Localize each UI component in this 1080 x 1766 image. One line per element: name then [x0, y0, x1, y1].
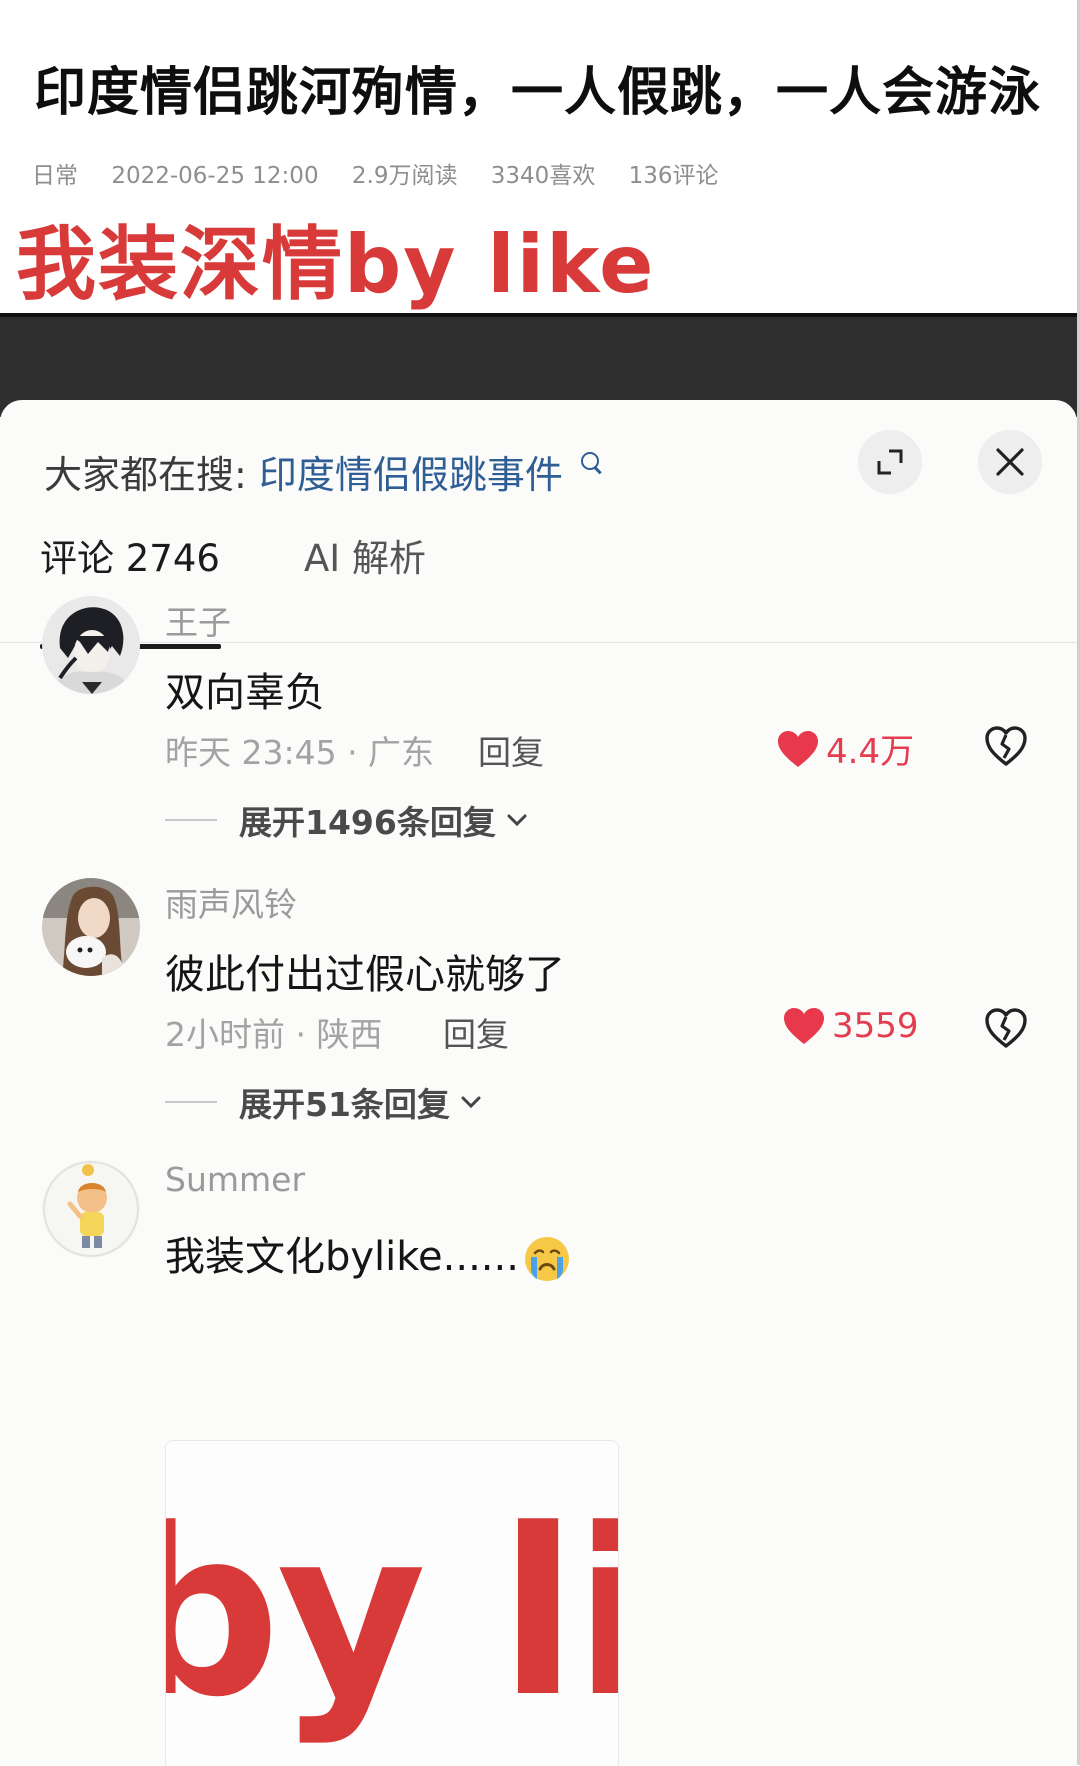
expand-replies-button[interactable]: 展开51条回复: [165, 1078, 482, 1126]
comment-time-location: 2小时前 · 陕西: [165, 1015, 383, 1054]
chevron-down-icon: [507, 814, 527, 827]
avatar[interactable]: [42, 1160, 140, 1258]
divider-line: [165, 1101, 217, 1103]
comment-username[interactable]: Summer: [165, 1160, 305, 1199]
avatar[interactable]: [42, 596, 140, 694]
trending-search[interactable]: 大家都在搜: 印度情侣假跳事件: [44, 444, 600, 499]
heart-filled-icon: [778, 730, 818, 767]
article-header: 印度情侣跳河殉情，一人假跳，一人会游泳 日常 2022-06-25 12:00 …: [0, 0, 1080, 315]
like-button[interactable]: 3559: [782, 1006, 919, 1046]
comment-image[interactable]: by lik: [165, 1440, 619, 1766]
comment-time-location: 昨天 23:45 · 广东: [165, 733, 435, 772]
expand-replies-label: 展开1496条回复: [239, 803, 496, 842]
chevron-down-icon: [461, 1096, 481, 1109]
close-button[interactable]: [978, 430, 1042, 494]
expand-replies-button[interactable]: 展开1496条回复: [165, 796, 528, 844]
expand-icon: [877, 449, 903, 475]
article-meta: 日常 2022-06-25 12:00 2.9万阅读 3340喜欢 136评论: [32, 156, 745, 190]
expand-replies-label: 展开51条回复: [239, 1085, 450, 1124]
article-comments: 136评论: [628, 163, 719, 189]
avatar[interactable]: [42, 878, 140, 976]
overlay-caption: 我装深情by like: [16, 218, 656, 311]
comment-username[interactable]: 王子: [165, 596, 231, 644]
like-button[interactable]: 4.4万: [776, 724, 914, 773]
article-reads: 2.9万阅读: [351, 163, 458, 189]
heart-filled-icon: [784, 1008, 824, 1044]
trending-search-label: 大家都在搜:: [44, 453, 247, 497]
like-count: 4.4万: [826, 732, 915, 772]
comment-text-content: 我装文化bylike......: [165, 1234, 519, 1280]
comment-sheet: 大家都在搜: 印度情侣假跳事件 评论 2746 AI 解析 王子 双向辜负 昨天…: [0, 400, 1077, 1766]
broken-heart-icon[interactable]: [984, 724, 1028, 768]
trending-search-term[interactable]: 印度情侣假跳事件: [259, 453, 563, 497]
reply-button[interactable]: 回复: [443, 1008, 509, 1056]
reply-button[interactable]: 回复: [478, 726, 544, 774]
comment-text: 双向辜负: [165, 670, 325, 716]
tab-comments[interactable]: 评论 2746: [40, 528, 220, 582]
comment-text: 彼此付出过假心就够了: [165, 952, 565, 998]
article-title: 印度情侣跳河殉情，一人假跳，一人会游泳: [34, 63, 1042, 123]
broken-heart-icon[interactable]: [984, 1006, 1028, 1050]
tab-ai-analysis[interactable]: AI 解析: [304, 528, 426, 582]
crying-face-icon: [524, 1237, 569, 1281]
expand-button[interactable]: [858, 430, 922, 494]
comment-text: 我装文化bylike......: [165, 1224, 571, 1283]
comment-image-text: by lik: [166, 1481, 618, 1748]
article-category: 日常: [32, 163, 78, 189]
close-icon: [996, 448, 1024, 476]
search-icon: [581, 452, 600, 470]
article-likes: 3340喜欢: [490, 163, 596, 189]
article-datetime: 2022-06-25 12:00: [111, 163, 319, 189]
like-count: 3559: [832, 1006, 919, 1046]
tabs-divider: [0, 642, 1077, 643]
comment-username[interactable]: 雨声风铃: [165, 878, 297, 926]
divider-line: [165, 819, 217, 821]
